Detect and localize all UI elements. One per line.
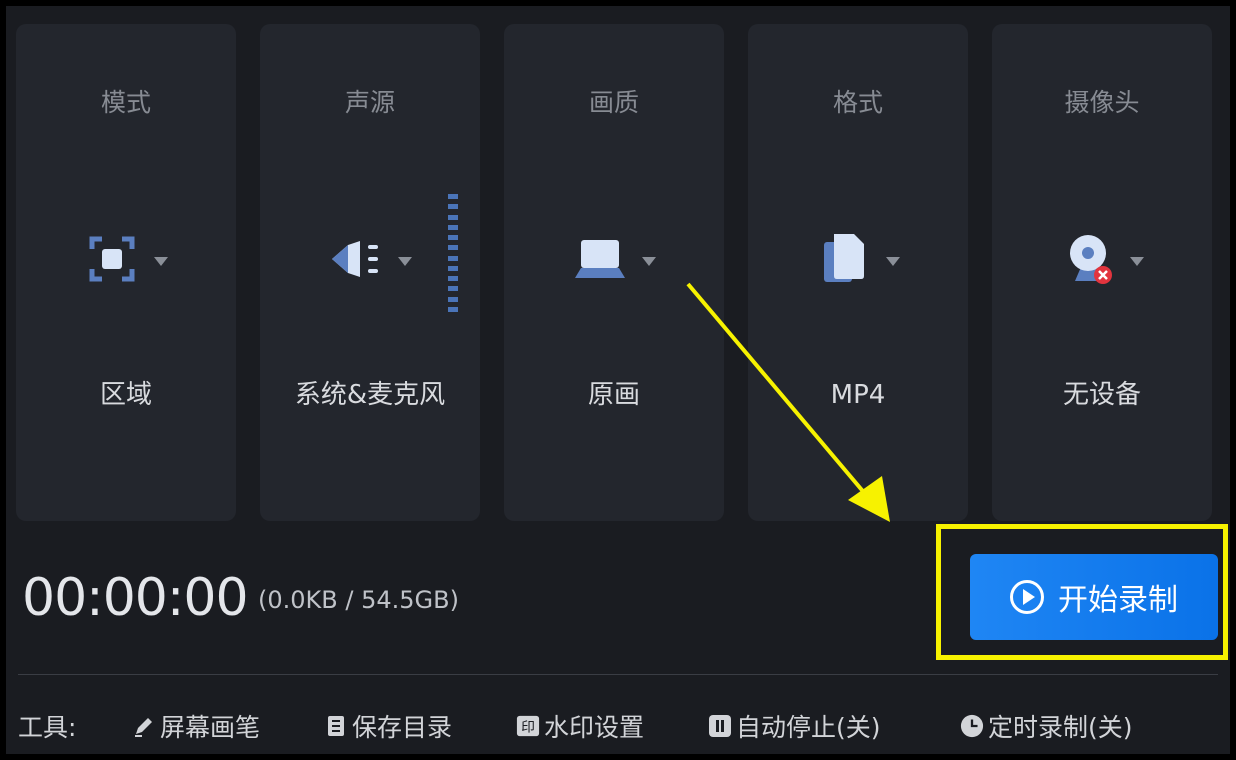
watermark-icon: 印 [516, 714, 540, 738]
auto-stop-label: 自动停止(关) [736, 713, 881, 742]
camera-title: 摄像头 [1064, 88, 1140, 117]
watermark-settings-label: 水印设置 [544, 713, 645, 742]
svg-text:印: 印 [521, 720, 535, 736]
chevron-down-icon[interactable] [154, 256, 168, 266]
scheduled-recording-button[interactable]: 定时录制(关) [960, 708, 1133, 744]
camera-card[interactable]: 摄像头 无设备 [992, 24, 1212, 521]
chevron-down-icon[interactable] [398, 256, 412, 266]
audio-source-card[interactable]: 声源 系统&麦克风 [260, 24, 480, 521]
webcam-off-icon [1060, 231, 1116, 287]
recorder-panel: 模式 区域 声源 系统&麦克风 画质 原画 格式 MP4 摄像头 无设备 00:… [6, 6, 1230, 754]
screen-pen-button[interactable]: 屏幕画笔 [132, 708, 260, 744]
folder-list-icon [324, 714, 348, 738]
audio-source-value: 系统&麦克风 [294, 380, 446, 410]
chevron-down-icon[interactable] [642, 256, 656, 266]
divider [18, 674, 1218, 675]
annotation-arrow [686, 282, 890, 522]
recording-timer: 00:00:00 [22, 568, 249, 628]
start-recording-button[interactable]: 开始录制 [970, 554, 1218, 640]
storage-usage: (0.0KB / 54.5GB) [258, 586, 459, 614]
watermark-settings-button[interactable]: 印 水印设置 [516, 708, 644, 744]
scheduled-recording-label: 定时录制(关) [988, 713, 1133, 742]
pause-icon [708, 714, 732, 738]
camera-selector[interactable] [992, 229, 1212, 289]
chevron-down-icon[interactable] [1130, 256, 1144, 266]
save-directory-label: 保存目录 [352, 713, 453, 742]
audio-level-meter [448, 194, 458, 312]
screen-pen-label: 屏幕画笔 [160, 713, 261, 742]
camera-value: 无设备 [1062, 380, 1141, 410]
save-directory-button[interactable]: 保存目录 [324, 708, 452, 744]
quality-title: 画质 [588, 88, 639, 117]
mode-card[interactable]: 模式 区域 [16, 24, 236, 521]
region-select-icon [84, 231, 140, 287]
mode-title: 模式 [100, 88, 151, 117]
speaker-icon [328, 231, 384, 287]
toolbar-label: 工具: [18, 713, 77, 742]
mode-selector[interactable] [16, 229, 236, 289]
laptop-icon [572, 231, 628, 287]
start-recording-label: 开始录制 [1058, 583, 1178, 618]
audio-source-title: 声源 [344, 88, 395, 117]
chevron-down-icon[interactable] [886, 256, 900, 266]
mode-value: 区域 [99, 380, 152, 410]
audio-source-selector[interactable] [260, 229, 480, 289]
play-circle-icon [1010, 580, 1044, 614]
format-title: 格式 [832, 88, 883, 117]
clock-icon [960, 714, 984, 738]
auto-stop-button[interactable]: 自动停止(关) [708, 708, 881, 744]
pen-icon [132, 714, 156, 738]
